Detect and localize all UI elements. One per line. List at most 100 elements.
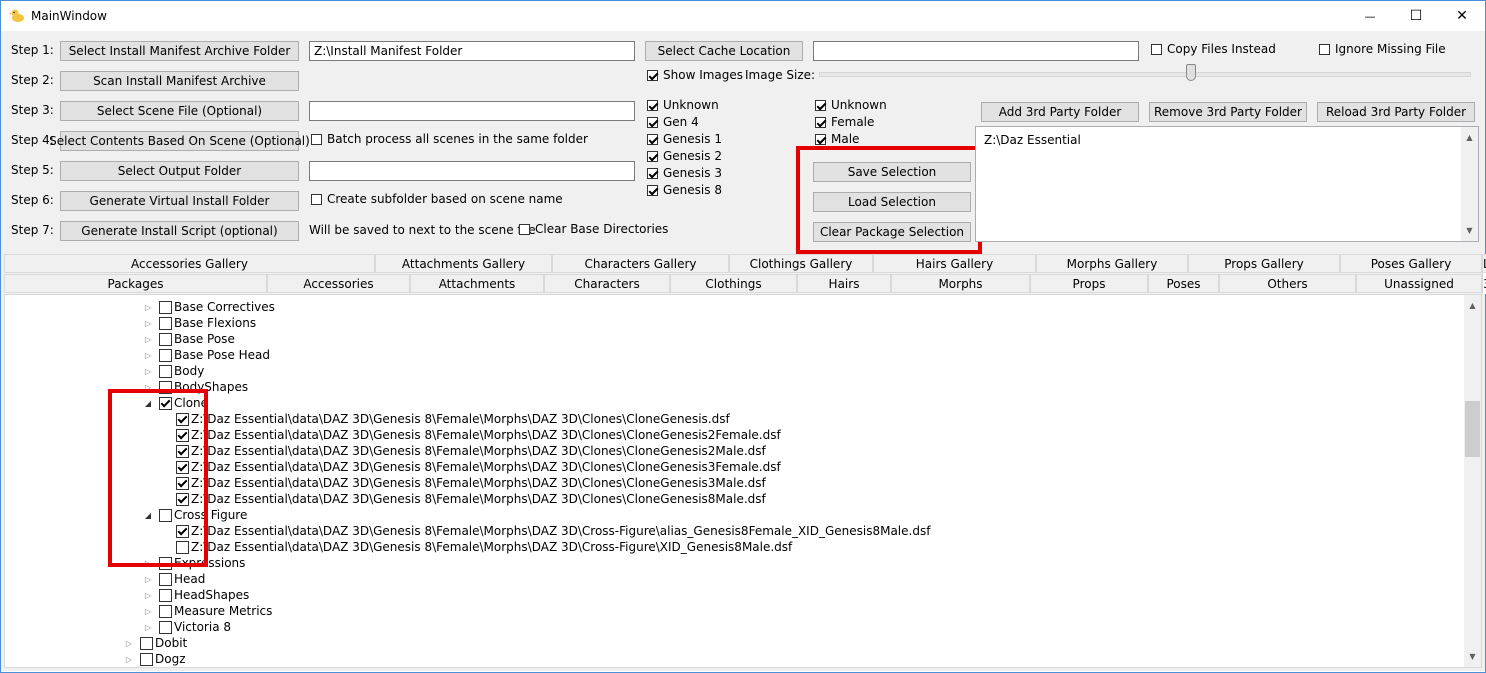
tab[interactable]: Poses (1148, 274, 1219, 293)
image-size-slider-thumb[interactable] (1186, 64, 1196, 81)
copy-files-checkbox[interactable]: Copy Files Instead (1151, 42, 1276, 56)
collapse-arrow-icon[interactable]: ◢ (144, 399, 152, 408)
ignore-missing-checkbox[interactable]: Ignore Missing File (1319, 42, 1446, 56)
checkbox-box[interactable] (159, 316, 172, 330)
generation-checkbox[interactable]: Gen 4 (647, 115, 699, 129)
tree-node[interactable]: ▷ Base Pose (144, 331, 235, 347)
tree-node-clone[interactable]: ◢ Clone (144, 395, 208, 411)
checkbox-box[interactable] (176, 412, 189, 426)
tab[interactable]: Props (1030, 274, 1148, 293)
checkbox-box[interactable] (159, 380, 172, 394)
cache-location-field[interactable] (813, 41, 1139, 61)
manifest-folder-field[interactable]: Z:\Install Manifest Folder (309, 41, 635, 61)
select-cache-button[interactable]: Select Cache Location (645, 41, 803, 61)
tab[interactable]: Clothings (670, 274, 797, 293)
checkbox-box[interactable] (159, 348, 172, 362)
gender-checkbox[interactable]: Male (815, 132, 859, 146)
select-scene-button[interactable]: Select Scene File (Optional) (60, 101, 299, 121)
checkbox-box[interactable] (159, 300, 172, 314)
checkbox-box[interactable] (176, 524, 189, 538)
expand-arrow-icon[interactable]: ▷ (144, 575, 152, 584)
checkbox-box[interactable] (140, 652, 153, 666)
close-button[interactable]: ✕ (1439, 1, 1485, 31)
tree-node[interactable]: ▷ Measure Metrics (144, 603, 272, 619)
checkbox-box[interactable] (159, 556, 172, 570)
clear-base-dirs-checkbox[interactable]: Clear Base Directories (519, 222, 668, 236)
load-selection-button[interactable]: Load Selection (813, 192, 971, 212)
tree-node[interactable]: ▷ Dogz (125, 651, 186, 667)
checkbox-box[interactable] (176, 476, 189, 490)
checkbox-box[interactable] (140, 636, 153, 650)
expand-arrow-icon[interactable]: ▷ (144, 383, 152, 392)
save-selection-button[interactable]: Save Selection (813, 162, 971, 182)
tab[interactable]: Packages (4, 274, 267, 293)
tab-gallery[interactable]: Props Gallery (1188, 254, 1340, 273)
tree-node[interactable]: ▷ Base Pose Head (144, 347, 270, 363)
tree-leaf[interactable]: Z:\Daz Essential\data\DAZ 3D\Genesis 8\F… (176, 411, 730, 427)
generation-checkbox[interactable]: Genesis 1 (647, 132, 722, 146)
scroll-up-icon[interactable]: ▲ (1464, 297, 1481, 314)
scan-manifest-button[interactable]: Scan Install Manifest Archive (60, 71, 299, 91)
collapse-arrow-icon[interactable]: ◢ (144, 511, 152, 520)
expand-arrow-icon[interactable]: ▷ (144, 335, 152, 344)
scroll-down-icon[interactable]: ▼ (1464, 648, 1481, 665)
checkbox-box[interactable] (159, 332, 172, 346)
checkbox-box[interactable] (159, 604, 172, 618)
tree-leaf[interactable]: Z:\Daz Essential\data\DAZ 3D\Genesis 8\F… (176, 475, 766, 491)
tab[interactable]: Hairs (797, 274, 891, 293)
tab[interactable]: Others (1219, 274, 1356, 293)
add-3rd-party-button[interactable]: Add 3rd Party Folder (981, 102, 1139, 122)
list-item[interactable]: Z:\Daz Essential (984, 133, 1081, 147)
checkbox-box[interactable] (176, 540, 189, 554)
generation-checkbox[interactable]: Genesis 8 (647, 183, 722, 197)
tab-gallery[interactable]: Characters Gallery (552, 254, 729, 273)
expand-arrow-icon[interactable]: ▷ (144, 559, 152, 568)
output-folder-field[interactable] (309, 161, 635, 181)
expand-arrow-icon[interactable]: ▷ (125, 639, 133, 648)
tab-gallery[interactable]: Hairs Gallery (873, 254, 1036, 273)
checkbox-box[interactable] (176, 460, 189, 474)
checkbox-box[interactable] (176, 428, 189, 442)
tab[interactable]: 3rd Party (1482, 272, 1486, 294)
tree-node[interactable]: ▷ BodyShapes (144, 379, 248, 395)
tab-gallery[interactable]: Morphs Gallery (1036, 254, 1188, 273)
select-manifest-folder-button[interactable]: Select Install Manifest Archive Folder (60, 41, 299, 61)
expand-arrow-icon[interactable]: ▷ (144, 367, 152, 376)
show-images-checkbox[interactable]: Show Images (647, 68, 743, 82)
generation-checkbox[interactable]: Unknown (647, 98, 719, 112)
remove-3rd-party-button[interactable]: Remove 3rd Party Folder (1149, 102, 1307, 122)
generation-checkbox[interactable]: Genesis 2 (647, 149, 722, 163)
tab[interactable]: Morphs (891, 274, 1030, 293)
expand-arrow-icon[interactable]: ▷ (144, 607, 152, 616)
batch-process-checkbox[interactable]: Batch process all scenes in the same fol… (311, 132, 588, 146)
checkbox-box[interactable] (159, 508, 172, 522)
tab-gallery[interactable]: Clothings Gallery (729, 254, 873, 273)
create-subfolder-checkbox[interactable]: Create subfolder based on scene name (311, 192, 563, 206)
tree-leaf[interactable]: Z:\Daz Essential\data\DAZ 3D\Genesis 8\F… (176, 459, 781, 475)
tab-gallery[interactable]: Log Output (1482, 254, 1486, 273)
tree-node[interactable]: ▷ HeadShapes (144, 587, 249, 603)
expand-arrow-icon[interactable]: ▷ (144, 351, 152, 360)
third-party-folder-list[interactable]: Z:\Daz Essential ▲ ▼ (975, 126, 1479, 242)
tree-scrollbar[interactable]: ▲ ▼ (1464, 295, 1481, 667)
generate-install-script-button[interactable]: Generate Install Script (optional) (60, 221, 299, 241)
image-size-slider[interactable] (819, 72, 1471, 77)
expand-arrow-icon[interactable]: ▷ (144, 591, 152, 600)
tab[interactable]: Characters (544, 274, 670, 293)
tree-leaf[interactable]: Z:\Daz Essential\data\DAZ 3D\Genesis 8\F… (176, 491, 766, 507)
tree-node[interactable]: ▷ Base Flexions (144, 315, 256, 331)
tree-leaf[interactable]: Z:\Daz Essential\data\DAZ 3D\Genesis 8\F… (176, 539, 792, 555)
checkbox-box[interactable] (159, 364, 172, 378)
tree-node[interactable]: ▷ Expressions (144, 555, 245, 571)
checkbox-box[interactable] (176, 492, 189, 506)
tree-leaf[interactable]: Z:\Daz Essential\data\DAZ 3D\Genesis 8\F… (176, 427, 781, 443)
tree-leaf[interactable]: Z:\Daz Essential\data\DAZ 3D\Genesis 8\F… (176, 443, 766, 459)
scroll-thumb[interactable] (1465, 401, 1480, 457)
reload-3rd-party-button[interactable]: Reload 3rd Party Folder (1317, 102, 1475, 122)
expand-arrow-icon[interactable]: ▷ (144, 623, 152, 632)
checkbox-box[interactable] (159, 396, 172, 410)
clear-package-selection-button[interactable]: Clear Package Selection (813, 222, 971, 242)
tree-node[interactable]: ▷ Body (144, 363, 204, 379)
tab-gallery[interactable]: Poses Gallery (1340, 254, 1482, 273)
checkbox-box[interactable] (159, 620, 172, 634)
